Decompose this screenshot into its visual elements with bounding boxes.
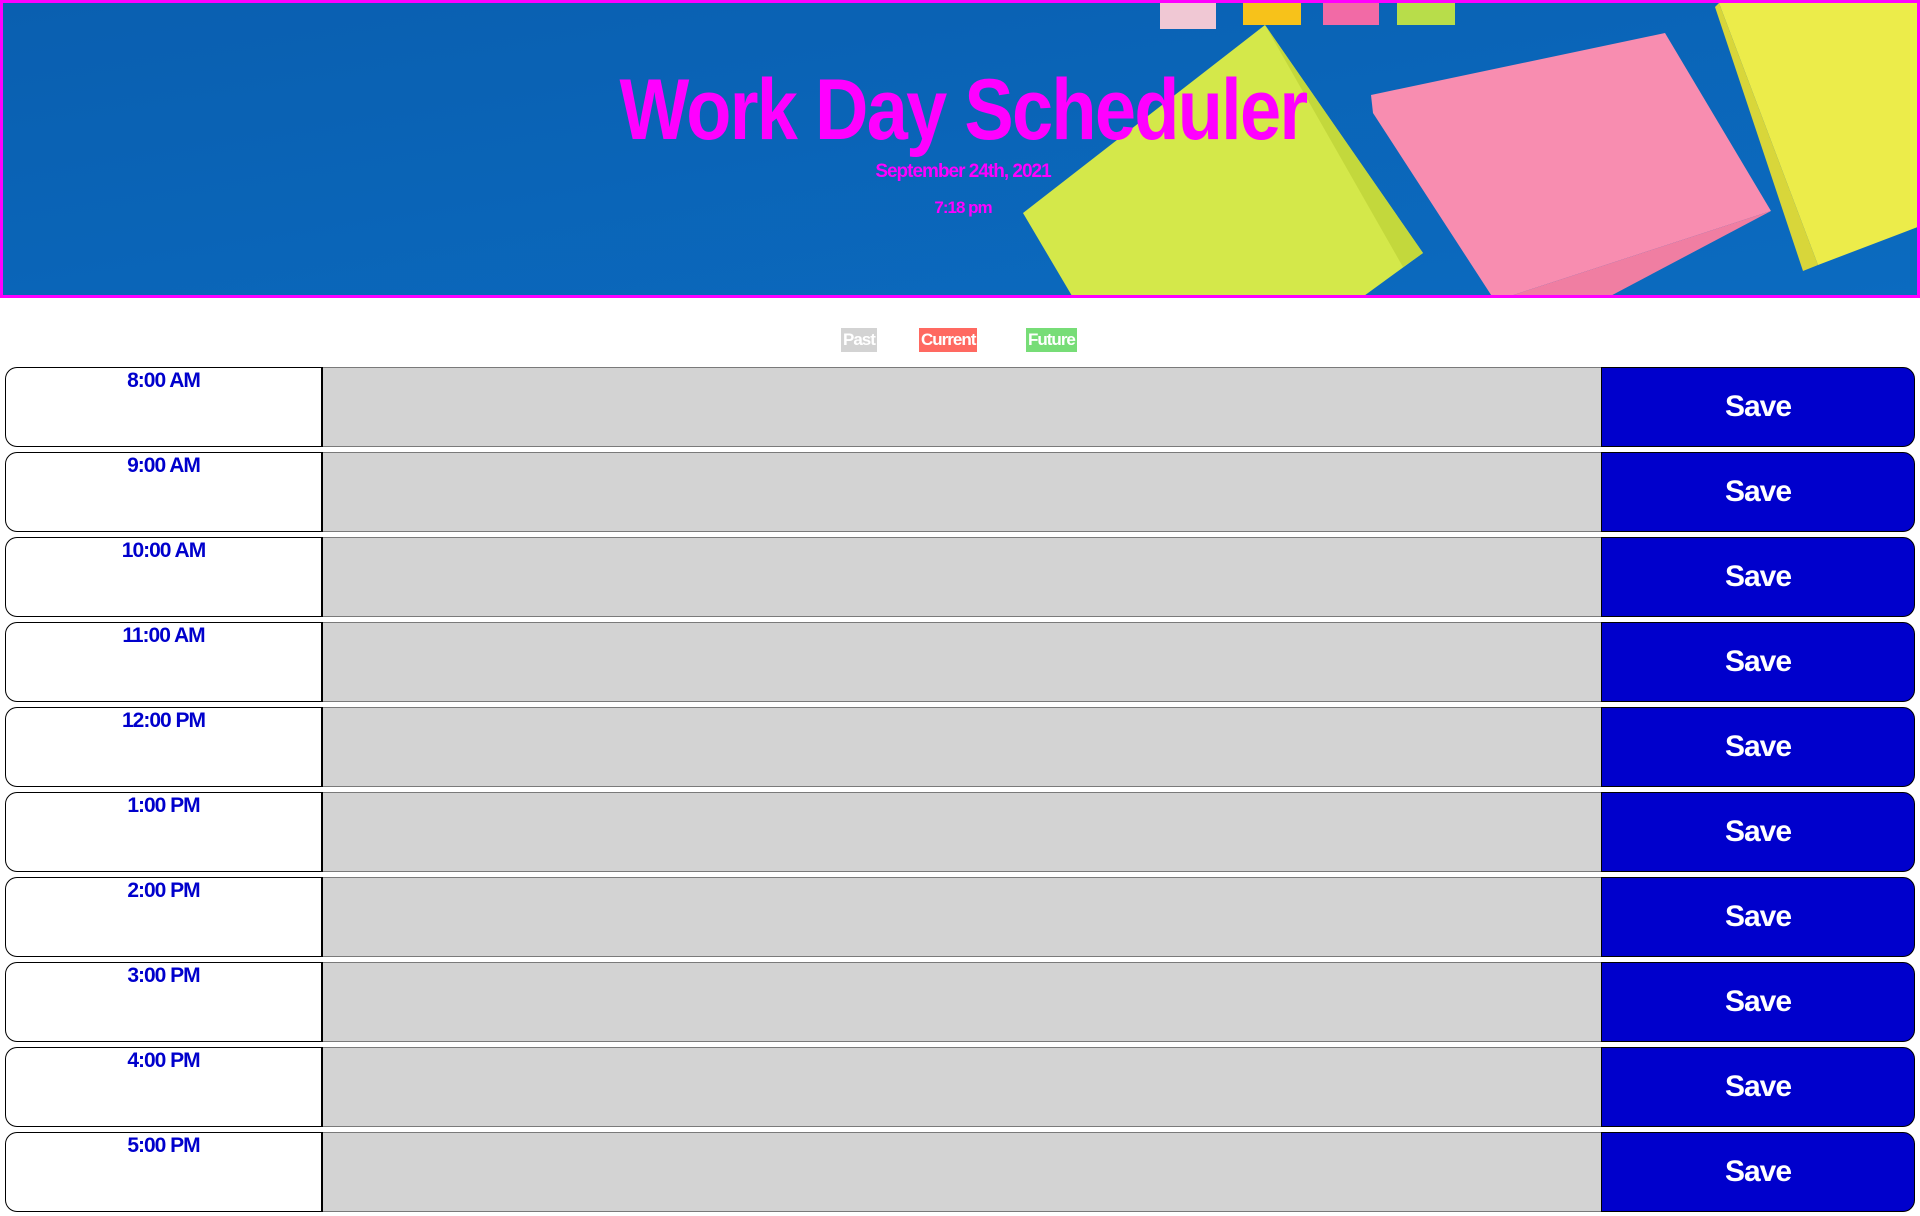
legend-future: Future — [1026, 328, 1077, 352]
hour-label: 1:00 PM — [127, 794, 200, 817]
color-legend: Past Current Future — [0, 328, 1920, 352]
current-time: 7:18 pm — [934, 198, 992, 217]
page-title: Work Day Scheduler — [619, 62, 1309, 158]
timeblock-row: 12:00 PM Save — [5, 707, 1915, 787]
hour-label: 4:00 PM — [127, 1049, 200, 1072]
event-description-input[interactable] — [323, 792, 1601, 872]
event-description-input[interactable] — [323, 622, 1601, 702]
timeblock-row: 8:00 AM Save — [5, 367, 1915, 447]
hour-cell: 8:00 AM — [5, 367, 323, 447]
legend-current: Current — [919, 328, 978, 352]
hour-label: 11:00 AM — [122, 624, 205, 647]
hour-cell: 2:00 PM — [5, 877, 323, 957]
hour-label: 2:00 PM — [127, 879, 200, 902]
hour-cell: 4:00 PM — [5, 1047, 323, 1127]
hour-label: 8:00 AM — [127, 369, 201, 392]
save-button[interactable]: Save — [1601, 622, 1915, 702]
timeblock-row: 1:00 PM Save — [5, 792, 1915, 872]
event-description-input[interactable] — [323, 367, 1601, 447]
hour-cell: 12:00 PM — [5, 707, 323, 787]
timeblock-row: 11:00 AM Save — [5, 622, 1915, 702]
hour-label: 3:00 PM — [127, 964, 200, 987]
event-description-input[interactable] — [323, 707, 1601, 787]
event-description-input[interactable] — [323, 877, 1601, 957]
event-description-input[interactable] — [323, 537, 1601, 617]
legend-past: Past — [841, 328, 877, 352]
hour-cell: 10:00 AM — [5, 537, 323, 617]
timeblock-row: 5:00 PM Save — [5, 1132, 1915, 1212]
timeblock-list: 8:00 AM Save 9:00 AM Save 10:00 AM Save … — [5, 367, 1915, 1216]
event-description-input[interactable] — [323, 1132, 1601, 1212]
hour-label: 9:00 AM — [127, 454, 201, 477]
save-button[interactable]: Save — [1601, 367, 1915, 447]
timeblock-row: 2:00 PM Save — [5, 877, 1915, 957]
header-jumbotron: Work Day Scheduler September 24th, 2021 … — [0, 0, 1920, 298]
hour-cell: 3:00 PM — [5, 962, 323, 1042]
timeblock-row: 4:00 PM Save — [5, 1047, 1915, 1127]
save-button[interactable]: Save — [1601, 452, 1915, 532]
current-date: September 24th, 2021 — [875, 161, 1051, 182]
hour-cell: 11:00 AM — [5, 622, 323, 702]
save-button[interactable]: Save — [1601, 707, 1915, 787]
save-button[interactable]: Save — [1601, 962, 1915, 1042]
hour-cell: 5:00 PM — [5, 1132, 323, 1212]
timeblock-row: 10:00 AM Save — [5, 537, 1915, 617]
save-button[interactable]: Save — [1601, 877, 1915, 957]
hour-label: 10:00 AM — [121, 539, 206, 562]
event-description-input[interactable] — [323, 962, 1601, 1042]
save-button[interactable]: Save — [1601, 1132, 1915, 1212]
scheduler-page: Work Day Scheduler September 24th, 2021 … — [0, 0, 1920, 1216]
save-button[interactable]: Save — [1601, 792, 1915, 872]
hour-cell: 1:00 PM — [5, 792, 323, 872]
hour-label: 12:00 PM — [121, 709, 206, 732]
event-description-input[interactable] — [323, 1047, 1601, 1127]
timeblock-row: 9:00 AM Save — [5, 452, 1915, 532]
event-description-input[interactable] — [323, 452, 1601, 532]
hour-label: 5:00 PM — [127, 1134, 200, 1157]
hour-cell: 9:00 AM — [5, 452, 323, 532]
timeblock-row: 3:00 PM Save — [5, 962, 1915, 1042]
save-button[interactable]: Save — [1601, 537, 1915, 617]
save-button[interactable]: Save — [1601, 1047, 1915, 1127]
